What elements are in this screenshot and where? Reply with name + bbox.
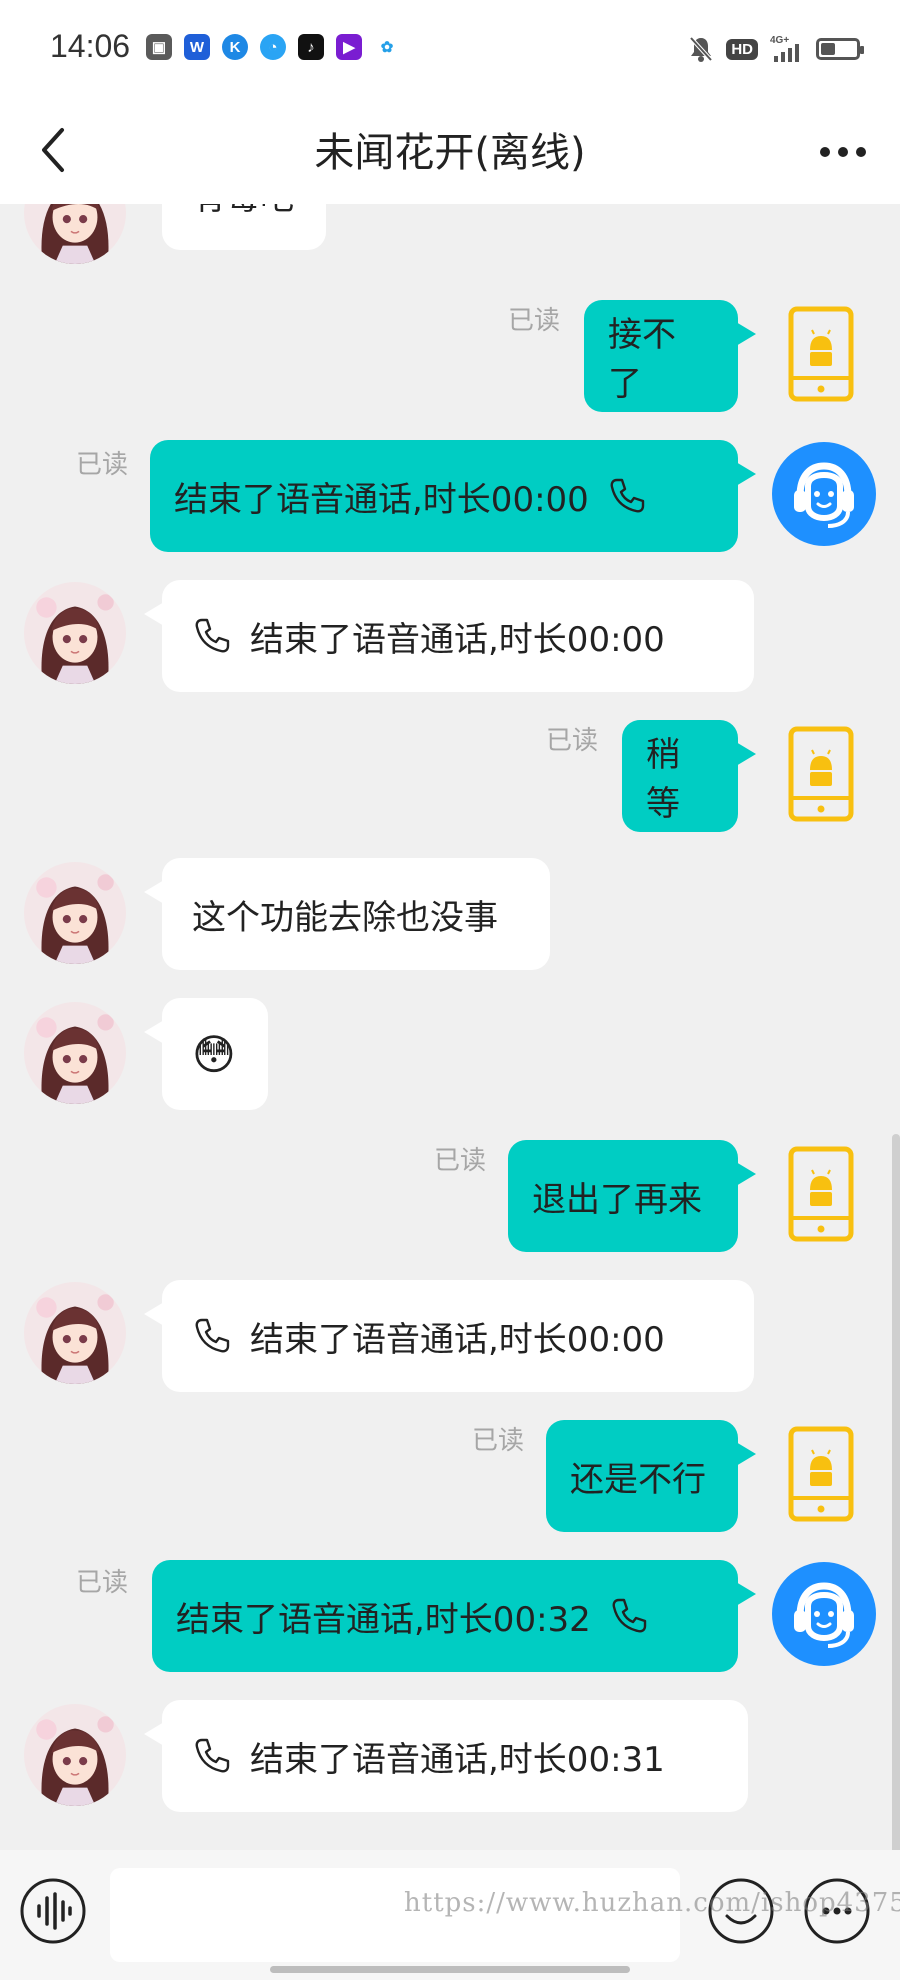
message-text: 结束了语音通话,时长00:00 [250,619,665,660]
read-receipt: 已读 [508,306,561,336]
k-icon: K [222,34,248,60]
hd-badge: HD [726,38,758,60]
status-app-icons: ▣ W K ◔ ♪ ▶ ✿ [146,34,400,60]
message-text: 结束了语音通话,时长00:32 [176,1599,591,1640]
phone-call-icon [609,1596,649,1636]
nav-bar: 未闻花开(离线) [0,98,900,204]
read-receipt: 已读 [76,1568,129,1598]
chat-title: 未闻花开(离线) [314,130,586,176]
contact-avatar[interactable] [24,582,126,684]
incoming-call-bubble[interactable]: 结束了语音通话,时长00:00 [144,1280,754,1392]
game-icon: ▣ [146,34,172,60]
battery-icon [816,38,864,60]
outgoing-call-bubble[interactable]: 结束了语音通话,时长00:00 [150,440,756,552]
outgoing-message-bubble[interactable]: 接不了 [584,300,756,412]
more-options-icon[interactable] [808,120,878,180]
flushed-face-icon: 😳 [192,1029,236,1079]
outgoing-call-bubble[interactable]: 结束了语音通话,时长00:32 [152,1560,756,1672]
tablet-avatar-icon[interactable] [788,306,854,402]
outgoing-message-bubble[interactable]: 稍等 [622,720,756,832]
contact-avatar[interactable] [24,1002,126,1104]
incoming-emoji-bubble[interactable]: 😳 [144,998,268,1110]
video-icon: ▶ [336,34,362,60]
outgoing-message-bubble[interactable]: 退出了再来 [508,1140,756,1252]
phone-call-icon [192,1316,232,1356]
phone-call-icon [192,1736,232,1776]
mute-bell-icon [689,36,713,62]
message-text: 结束了语音通话,时长00:31 [250,1739,665,1780]
customer-service-avatar-icon[interactable] [772,442,876,546]
tablet-avatar-icon[interactable] [788,1426,854,1522]
phone-call-icon [607,476,647,516]
incoming-call-bubble[interactable]: 结束了语音通话,时长00:31 [144,1700,748,1812]
message-text: 结束了语音通话,时长00:00 [250,1319,665,1360]
tablet-avatar-icon[interactable] [788,1146,854,1242]
read-receipt: 已读 [76,450,129,480]
app-icon: ✿ [374,34,400,60]
incoming-call-bubble[interactable]: 结束了语音通话,时长00:00 [144,580,754,692]
watermark: https://www.huzhan.com/ishop43756 [404,1888,900,1918]
wps-icon: W [184,34,210,60]
read-receipt: 已读 [472,1426,525,1456]
status-bar: 14:06 ▣ W K ◔ ♪ ▶ ✿ HD 4G+ [0,0,900,98]
message-text: 还是不行 [570,1459,706,1500]
status-time: 14:06 [50,28,131,64]
qq-browser-icon: ◔ [260,34,286,60]
message-text: 接不了 [608,315,676,404]
contact-avatar[interactable] [24,204,126,264]
contact-avatar[interactable] [24,1704,126,1806]
system-icons: HD 4G+ [688,34,864,64]
read-receipt: 已读 [546,726,599,756]
message-text: 退出了再来 [532,1179,702,1220]
scrollbar-thumb[interactable] [892,1134,900,1850]
home-indicator[interactable] [270,1966,630,1973]
customer-service-avatar-icon[interactable] [772,1562,876,1666]
contact-avatar[interactable] [24,1282,126,1384]
tablet-avatar-icon[interactable] [788,726,854,822]
signal-icon: 4G+ [770,35,799,62]
voice-input-icon[interactable] [18,1876,88,1946]
message-text: 有毒吧 [192,204,294,219]
phone-call-icon [192,616,232,656]
read-receipt: 已读 [434,1146,487,1176]
chat-message-list[interactable]: 有毒吧 已读 接不了 已读 结束了语音通话,时长00:00 结束了语音通话,时长… [0,204,900,1850]
tiktok-icon: ♪ [298,34,324,60]
svg-text:4G+: 4G+ [770,35,789,46]
outgoing-message-bubble[interactable]: 还是不行 [546,1420,756,1532]
incoming-message-bubble[interactable]: 这个功能去除也没事 [144,858,550,970]
message-text: 这个功能去除也没事 [192,897,498,938]
incoming-message-bubble[interactable]: 有毒吧 [162,204,326,250]
message-text: 稍等 [646,735,680,824]
message-text: 结束了语音通话,时长00:00 [174,479,589,520]
contact-avatar[interactable] [24,862,126,964]
